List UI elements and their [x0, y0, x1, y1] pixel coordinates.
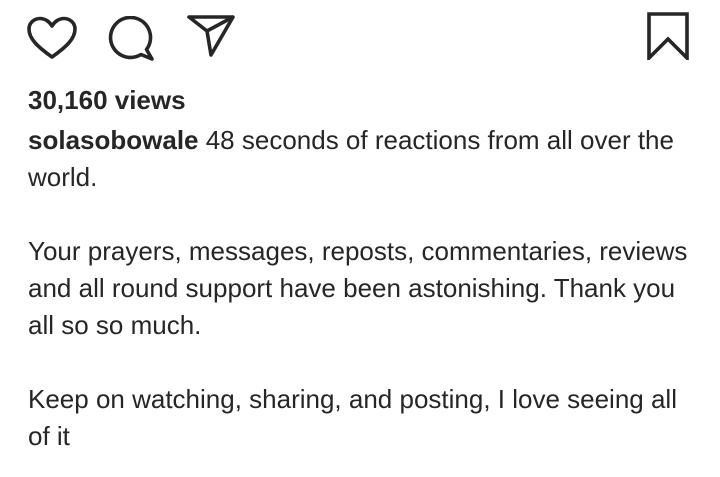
share-icon-graphic: [187, 15, 235, 57]
post-action-bar: [0, 0, 720, 80]
view-count[interactable]: 30,160 views: [28, 84, 186, 116]
bookmark-icon[interactable]: [646, 12, 690, 60]
caption-paragraph-1: solasobowale 48 seconds of reactions fro…: [28, 122, 698, 196]
caption-username[interactable]: solasobowale: [28, 125, 199, 155]
comment-icon-graphic: [108, 16, 154, 61]
heart-icon[interactable]: [26, 16, 78, 60]
comment-icon[interactable]: [108, 16, 156, 62]
post-caption: solasobowale 48 seconds of reactions fro…: [28, 122, 698, 455]
heart-icon-graphic: [27, 16, 77, 59]
caption-paragraph-2: Your prayers, messages, reposts, comment…: [28, 236, 688, 340]
caption-paragraph-3: Keep on watching, sharing, and posting, …: [28, 384, 677, 451]
share-icon[interactable]: [186, 14, 236, 58]
bookmark-icon-graphic: [647, 12, 689, 60]
